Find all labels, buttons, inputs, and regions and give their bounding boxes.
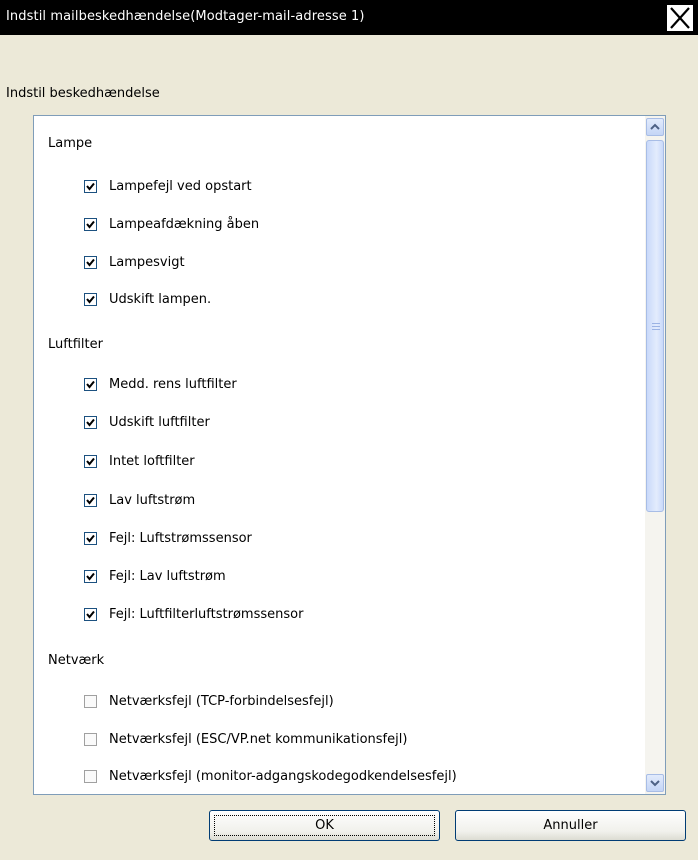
option-row[interactable]: Medd. rens luftfilter <box>84 374 237 394</box>
chevron-down-icon <box>650 780 660 787</box>
group-label-netvaerk: Netværk <box>48 653 105 668</box>
checkbox[interactable] <box>84 255 97 269</box>
focus-ring <box>214 815 435 836</box>
checkbox[interactable] <box>84 415 97 429</box>
option-label: Lampeafdækning åben <box>109 216 260 232</box>
option-label: Intet loftfilter <box>109 453 195 469</box>
checkmark-icon <box>86 380 95 389</box>
option-row[interactable]: Lav luftstrøm <box>84 490 195 510</box>
option-row[interactable]: Netværksfejl (monitor-adgangskodegodkend… <box>84 766 457 786</box>
checkbox[interactable] <box>84 179 97 193</box>
vertical-scrollbar[interactable] <box>645 116 665 794</box>
cancel-button-label: Annuller <box>543 818 598 833</box>
option-row[interactable]: Udskift lampen. <box>84 289 211 309</box>
event-list: Lampe Lampefejl ved opstart Lampeafdækni… <box>34 116 646 794</box>
checkmark-icon <box>86 572 95 581</box>
option-row[interactable]: Lampesvigt <box>84 252 185 272</box>
option-row[interactable]: Fejl: Lav luftstrøm <box>84 566 226 586</box>
scroll-down-button[interactable] <box>646 774 664 792</box>
option-row[interactable]: Netværksfejl (ESC/VP.net kommunikationsf… <box>84 729 407 749</box>
chevron-up-icon <box>650 123 660 130</box>
checkmark-icon <box>86 295 95 304</box>
grip-line <box>652 323 660 324</box>
grip-line <box>652 329 660 330</box>
checkbox[interactable] <box>84 569 97 583</box>
option-label: Lampefejl ved opstart <box>109 178 252 194</box>
grip-line <box>652 326 660 327</box>
option-label: Fejl: Lav luftstrøm <box>109 568 226 584</box>
checkmark-icon <box>86 182 95 191</box>
section-caption: Indstil beskedhændelse <box>6 86 160 101</box>
checkbox[interactable] <box>84 769 97 783</box>
option-label: Medd. rens luftfilter <box>109 376 237 392</box>
group-label-luftfilter: Luftfilter <box>48 337 103 352</box>
checkbox[interactable] <box>84 493 97 507</box>
option-label: Netværksfejl (ESC/VP.net kommunikationsf… <box>109 731 408 747</box>
option-row[interactable]: Lampeafdækning åben <box>84 214 259 234</box>
title-bar: Indstil mailbeskedhændelse(Modtager-mail… <box>0 0 698 35</box>
option-row[interactable]: Lampefejl ved opstart <box>84 176 252 196</box>
option-label: Lampesvigt <box>109 254 185 270</box>
option-label: Netværksfejl (TCP-forbindelsesfejl) <box>109 693 334 709</box>
checkmark-icon <box>86 220 95 229</box>
option-row[interactable]: Fejl: Luftstrømssensor <box>84 528 252 548</box>
scroll-up-button[interactable] <box>646 118 664 136</box>
option-row[interactable]: Fejl: Luftfilterluftstrømssensor <box>84 604 303 624</box>
option-label: Udskift lampen. <box>109 291 212 307</box>
option-label: Netværksfejl (monitor-adgangskodegodkend… <box>109 768 457 784</box>
checkmark-icon <box>86 418 95 427</box>
option-label: Fejl: Luftfilterluftstrømssensor <box>109 606 304 622</box>
option-label: Udskift luftfilter <box>109 414 210 430</box>
ok-button[interactable]: OK <box>209 810 440 841</box>
group-label-lampe: Lampe <box>48 136 93 151</box>
checkbox[interactable] <box>84 531 97 545</box>
window-title: Indstil mailbeskedhændelse(Modtager-mail… <box>6 9 365 24</box>
checkbox[interactable] <box>84 694 97 708</box>
option-row[interactable]: Intet loftfilter <box>84 451 195 471</box>
close-button[interactable] <box>666 4 694 32</box>
option-row[interactable]: Netværksfejl (TCP-forbindelsesfejl) <box>84 691 334 711</box>
checkmark-icon <box>86 258 95 267</box>
option-label: Lav luftstrøm <box>109 492 196 508</box>
checkmark-icon <box>86 534 95 543</box>
checkmark-icon <box>86 496 95 505</box>
checkbox[interactable] <box>84 217 97 231</box>
option-label: Fejl: Luftstrømssensor <box>109 530 252 546</box>
checkbox[interactable] <box>84 732 97 746</box>
checkbox[interactable] <box>84 454 97 468</box>
close-icon <box>670 7 690 29</box>
event-list-box: Lampe Lampefejl ved opstart Lampeafdækni… <box>33 115 666 795</box>
checkmark-icon <box>86 457 95 466</box>
option-row[interactable]: Udskift luftfilter <box>84 412 210 432</box>
checkbox[interactable] <box>84 377 97 391</box>
scroll-thumb[interactable] <box>646 140 664 512</box>
checkmark-icon <box>86 610 95 619</box>
checkbox[interactable] <box>84 292 97 306</box>
cancel-button[interactable]: Annuller <box>455 810 686 841</box>
checkbox[interactable] <box>84 607 97 621</box>
